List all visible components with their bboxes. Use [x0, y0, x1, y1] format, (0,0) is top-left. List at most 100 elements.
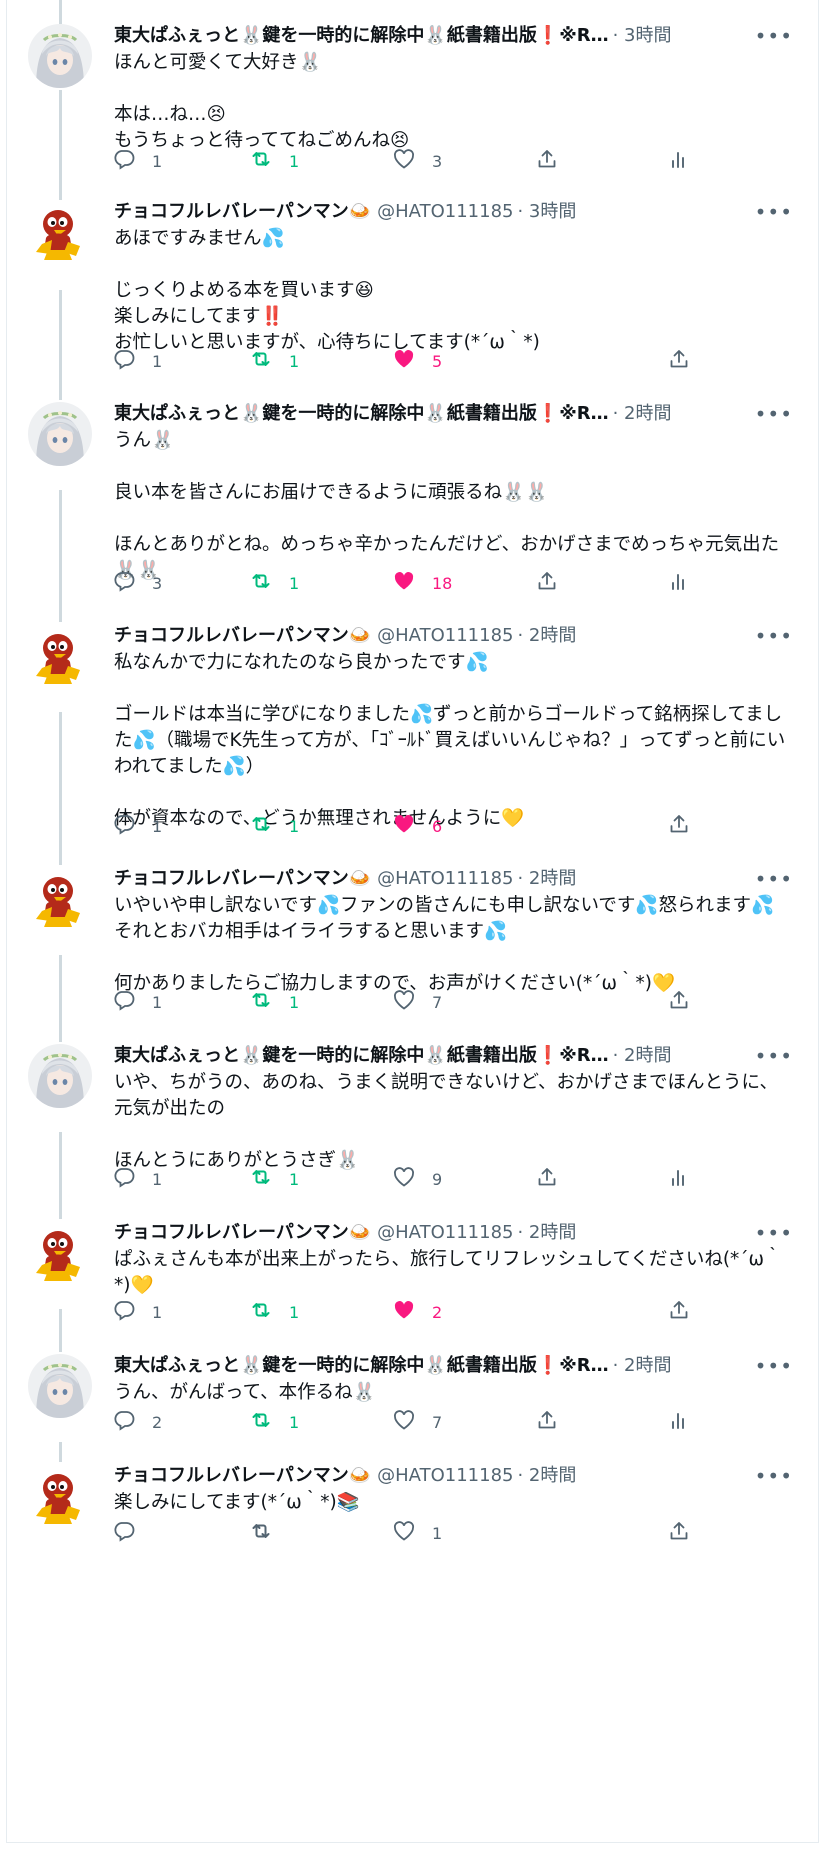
timestamp[interactable]: · 3時間 — [613, 22, 672, 50]
avatar[interactable] — [28, 867, 92, 931]
timestamp[interactable]: · 2時間 — [517, 1219, 576, 1247]
reply-button[interactable]: 1 — [112, 146, 162, 176]
tweet[interactable]: チョコフルレバレーパンマン🍛 @HATO111185 · 2時間 ••• 楽しみにしてま… — [6, 1440, 817, 1558]
user-handle[interactable]: @HATO111185 — [377, 198, 513, 226]
avatar[interactable] — [28, 1221, 92, 1285]
more-icon[interactable]: ••• — [755, 400, 793, 428]
retweet-button[interactable]: 1 — [249, 1407, 299, 1437]
timestamp[interactable]: · 2時間 — [613, 400, 672, 428]
tweet-actions: 1 1 5 — [112, 346, 787, 376]
more-icon[interactable]: ••• — [755, 865, 793, 893]
analytics-button[interactable] — [667, 1407, 691, 1437]
reply-button[interactable]: 1 — [112, 1164, 162, 1194]
retweet-button[interactable]: 1 — [249, 1164, 299, 1194]
reply-button[interactable]: 1 — [112, 346, 162, 376]
timestamp[interactable]: · 2時間 — [613, 1352, 672, 1380]
display-name[interactable]: 東大ぱふぇっと🐰鍵を一時的に解除中🐰紙書籍出版❗※R… — [114, 400, 609, 428]
display-name[interactable]: チョコフルレバレーパンマン🍛 — [114, 1462, 371, 1490]
analytics-icon — [667, 1408, 691, 1436]
avatar[interactable] — [28, 1044, 92, 1108]
timestamp[interactable]: · 3時間 — [517, 198, 576, 226]
display-name[interactable]: 東大ぱふぇっと🐰鍵を一時的に解除中🐰紙書籍出版❗※R… — [114, 22, 609, 50]
display-name[interactable]: チョコフルレバレーパンマン🍛 — [114, 1219, 371, 1247]
like-button[interactable]: 18 — [392, 568, 452, 598]
timestamp[interactable]: · 2時間 — [517, 622, 576, 650]
user-handle[interactable]: @HATO111185 — [377, 1462, 513, 1490]
display-name[interactable]: チョコフルレバレーパンマン🍛 — [114, 865, 371, 893]
reply-button[interactable]: 2 — [112, 1407, 162, 1437]
reply-button[interactable]: 1 — [112, 1297, 162, 1327]
display-name[interactable]: 東大ぱふぇっと🐰鍵を一時的に解除中🐰紙書籍出版❗※R… — [114, 1042, 609, 1070]
timestamp[interactable]: · 2時間 — [613, 1042, 672, 1070]
more-icon[interactable]: ••• — [755, 1219, 793, 1247]
tweet[interactable]: チョコフルレバレーパンマン🍛 @HATO111185 · 3時間 ••• あほですみませ… — [6, 176, 817, 386]
user-handle[interactable]: @HATO111185 — [377, 1219, 513, 1247]
tweet-header: 東大ぱふぇっと🐰鍵を一時的に解除中🐰紙書籍出版❗※R… · 2時間 ••• — [114, 1042, 793, 1070]
like-button[interactable]: 7 — [392, 1407, 442, 1437]
timestamp[interactable]: · 2時間 — [517, 1462, 576, 1490]
share-button[interactable] — [535, 1407, 559, 1437]
like-button[interactable]: 2 — [392, 1297, 442, 1327]
reply-button[interactable]: 3 — [112, 568, 162, 598]
avatar[interactable] — [28, 24, 92, 88]
tweet[interactable]: チョコフルレバレーパンマン🍛 @HATO111185 · 2時間 ••• ぱふぇさんも本… — [6, 1197, 817, 1337]
retweet-button[interactable] — [249, 1518, 289, 1548]
reply-button[interactable]: 1 — [112, 987, 162, 1017]
share-button[interactable] — [667, 1518, 691, 1548]
more-icon[interactable]: ••• — [755, 1352, 793, 1380]
like-button[interactable]: 6 — [392, 811, 442, 841]
more-icon[interactable]: ••• — [755, 622, 793, 650]
avatar[interactable] — [28, 624, 92, 688]
share-button[interactable] — [535, 146, 559, 176]
timestamp[interactable]: · 2時間 — [517, 865, 576, 893]
tweet[interactable]: 東大ぱふぇっと🐰鍵を一時的に解除中🐰紙書籍出版❗※R… · 3時間 ••• ほんと可愛… — [6, 0, 817, 186]
retweet-button[interactable]: 1 — [249, 1297, 299, 1327]
reply-icon — [112, 569, 136, 597]
tweet-header: 東大ぱふぇっと🐰鍵を一時的に解除中🐰紙書籍出版❗※R… · 2時間 ••• — [114, 1352, 793, 1380]
tweet-text: 私なんかで力になれたのなら良かったです💦 ゴールドは本当に学びになりました💦ずっと… — [114, 650, 787, 832]
analytics-button[interactable] — [667, 1164, 691, 1194]
share-button[interactable] — [667, 811, 691, 841]
retweet-button[interactable]: 1 — [249, 346, 299, 376]
tweet[interactable]: 東大ぱふぇっと🐰鍵を一時的に解除中🐰紙書籍出版❗※R… · 2時間 ••• うん、がん… — [6, 1330, 817, 1447]
like-button[interactable]: 7 — [392, 987, 442, 1017]
like-button[interactable]: 3 — [392, 146, 442, 176]
more-icon[interactable]: ••• — [755, 1042, 793, 1070]
more-icon[interactable]: ••• — [755, 1462, 793, 1490]
display-name[interactable]: 東大ぱふぇっと🐰鍵を一時的に解除中🐰紙書籍出版❗※R… — [114, 1352, 609, 1380]
avatar[interactable] — [28, 1464, 92, 1528]
tweet-text: ぱふぇさんも本が出来上がったら、旅行してリフレッシュしてくださいね(*´ω｀*)… — [114, 1247, 787, 1299]
share-button[interactable] — [535, 1164, 559, 1194]
share-icon — [667, 988, 691, 1016]
retweet-button[interactable]: 1 — [249, 987, 299, 1017]
display-name[interactable]: チョコフルレバレーパンマン🍛 — [114, 622, 371, 650]
share-button[interactable] — [535, 568, 559, 598]
like-button[interactable]: 5 — [392, 346, 442, 376]
like-button[interactable]: 9 — [392, 1164, 442, 1194]
analytics-button[interactable] — [667, 568, 691, 598]
reply-button[interactable]: 1 — [112, 811, 162, 841]
share-button[interactable] — [667, 346, 691, 376]
tweet[interactable]: 東大ぱふぇっと🐰鍵を一時的に解除中🐰紙書籍出版❗※R… · 2時間 ••• いや、ちが… — [6, 1020, 817, 1204]
avatar[interactable] — [28, 200, 92, 264]
reply-button[interactable] — [112, 1518, 152, 1548]
tweet-paragraph: あほですみません💦 — [114, 228, 285, 249]
avatar[interactable] — [28, 1354, 92, 1418]
retweet-button[interactable]: 1 — [249, 568, 299, 598]
tweet[interactable]: 東大ぱふぇっと🐰鍵を一時的に解除中🐰紙書籍出版❗※R… · 2時間 ••• うん🐰 良い… — [6, 378, 817, 608]
tweet[interactable]: チョコフルレバレーパンマン🍛 @HATO111185 · 2時間 ••• 私なんかで力に… — [6, 600, 817, 851]
avatar[interactable] — [28, 402, 92, 466]
tweet[interactable]: チョコフルレバレーパンマン🍛 @HATO111185 · 2時間 ••• いやいや申し訳… — [6, 843, 817, 1027]
tweet-paragraph: ぱふぇさんも本が出来上がったら、旅行してリフレッシュしてくださいね(*´ω｀*)… — [114, 1249, 783, 1296]
like-button[interactable]: 1 — [392, 1518, 442, 1548]
analytics-button[interactable] — [667, 146, 691, 176]
user-handle[interactable]: @HATO111185 — [377, 622, 513, 650]
share-button[interactable] — [667, 987, 691, 1017]
retweet-button[interactable]: 1 — [249, 146, 299, 176]
more-icon[interactable]: ••• — [755, 22, 793, 50]
retweet-button[interactable]: 1 — [249, 811, 299, 841]
share-button[interactable] — [667, 1297, 691, 1327]
display-name[interactable]: チョコフルレバレーパンマン🍛 — [114, 198, 371, 226]
more-icon[interactable]: ••• — [755, 198, 793, 226]
user-handle[interactable]: @HATO111185 — [377, 865, 513, 893]
